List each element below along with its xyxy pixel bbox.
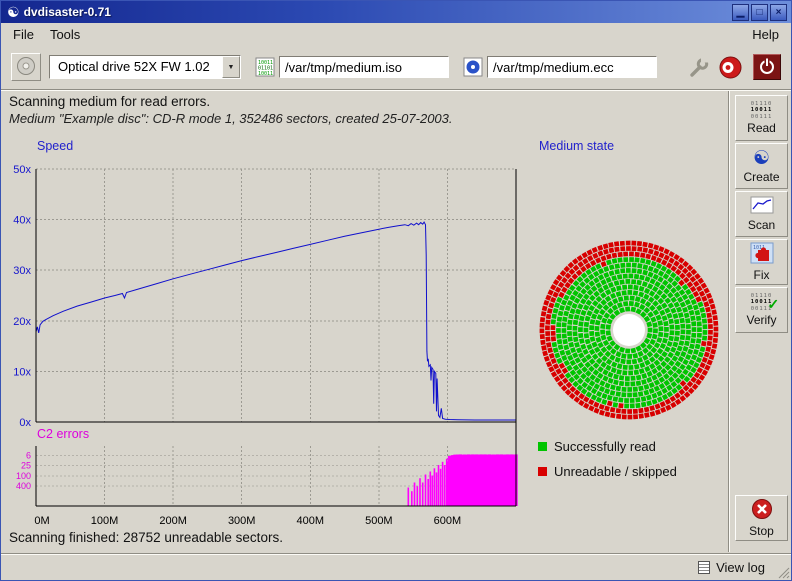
binary-verify-icon: 011101001100111 ✓	[751, 293, 773, 313]
svg-text:400M: 400M	[297, 515, 325, 527]
stop-button-label: Stop	[749, 524, 774, 538]
yin-yang-icon: ☯	[753, 149, 770, 169]
resize-grip[interactable]	[776, 565, 790, 579]
dvdisaster-logo-icon[interactable]	[718, 55, 743, 80]
menu-help[interactable]: Help	[744, 25, 787, 44]
fix-button[interactable]: 1011 Fix	[735, 239, 788, 285]
scan-button[interactable]: Scan	[735, 191, 788, 237]
scan-button-label: Scan	[748, 218, 775, 232]
check-icon: ✓	[768, 296, 780, 313]
stop-button[interactable]: Stop	[735, 495, 788, 541]
status-secondary: Medium "Example disc": CD-R mode 1, 3524…	[9, 111, 453, 126]
view-log-button[interactable]: View log	[692, 558, 771, 577]
disc-icon	[15, 55, 37, 80]
svg-text:25: 25	[21, 461, 31, 471]
legend-read-label: Successfully read	[554, 439, 656, 454]
view-log-label: View log	[716, 560, 765, 575]
svg-text:6: 6	[26, 451, 31, 461]
svg-text:30x: 30x	[13, 265, 31, 277]
image-file-icon: 100110110110011	[255, 57, 275, 77]
svg-text:10x: 10x	[13, 366, 31, 378]
stop-icon	[751, 498, 773, 523]
status-primary: Scanning medium for read errors.	[9, 94, 210, 109]
ecc-file-icon	[463, 57, 483, 77]
drive-select-value: Optical drive 52X FW 1.02	[50, 56, 222, 78]
ecc-file-input[interactable]	[487, 56, 657, 78]
svg-text:100: 100	[16, 471, 31, 481]
create-button[interactable]: ☯ Create	[735, 143, 788, 189]
menu-tools[interactable]: Tools	[42, 25, 88, 44]
svg-text:0M: 0M	[34, 515, 49, 527]
legend-read: Successfully read	[538, 439, 656, 454]
drive-select[interactable]: Optical drive 52X FW 1.02 ▼	[49, 55, 241, 79]
toolbar: Optical drive 52X FW 1.02 ▼ 100110110110…	[1, 45, 791, 89]
legend-unreadable-swatch	[538, 467, 547, 476]
menubar: File Tools Help	[1, 23, 791, 45]
legend-unreadable-label: Unreadable / skipped	[554, 464, 677, 479]
svg-text:100M: 100M	[91, 515, 119, 527]
minimize-button[interactable]: ▁	[732, 4, 749, 21]
legend-read-swatch	[538, 442, 547, 451]
svg-text:300M: 300M	[228, 515, 256, 527]
toolbar-separator	[1, 89, 791, 91]
verify-button[interactable]: 011101001100111 ✓ Verify	[735, 287, 788, 333]
medium-state-disc	[534, 235, 724, 425]
app-yinyang-icon: ☯	[7, 5, 20, 19]
svg-text:20x: 20x	[13, 316, 31, 328]
binary-read-icon: 011101001100111	[751, 101, 773, 121]
log-icon	[698, 561, 710, 574]
menu-file[interactable]: File	[5, 25, 42, 44]
scan-result-status: Scanning finished: 28752 unreadable sect…	[9, 530, 283, 545]
svg-text:40x: 40x	[13, 215, 31, 227]
image-file-input[interactable]	[279, 56, 449, 78]
svg-text:10011: 10011	[258, 71, 273, 77]
verify-button-label: Verify	[746, 313, 776, 327]
fix-button-label: Fix	[754, 268, 770, 282]
app-window: ☯ dvdisaster-0.71 ▁ □ × File Tools Help …	[0, 0, 792, 581]
svg-text:0x: 0x	[19, 417, 31, 429]
read-button[interactable]: 011101001100111 Read	[735, 95, 788, 141]
power-icon	[757, 56, 777, 79]
window-title: dvdisaster-0.71	[24, 5, 111, 19]
close-button[interactable]: ×	[770, 4, 787, 21]
svg-text:50x: 50x	[13, 164, 31, 176]
titlebar[interactable]: ☯ dvdisaster-0.71 ▁ □ ×	[1, 1, 791, 23]
scan-chart-icon	[750, 196, 774, 217]
drive-eject-button[interactable]	[11, 53, 41, 81]
legend-unreadable: Unreadable / skipped	[538, 464, 677, 479]
puzzle-fix-icon: 1011	[750, 242, 774, 267]
quit-power-button[interactable]	[753, 54, 781, 80]
maximize-button[interactable]: □	[751, 4, 768, 21]
action-sidebar: 011101001100111 Read ☯ Create Scan 1011 …	[728, 91, 792, 552]
chevron-down-icon: ▼	[222, 56, 240, 78]
svg-text:200M: 200M	[159, 515, 187, 527]
svg-text:600M: 600M	[434, 515, 462, 527]
svg-text:500M: 500M	[365, 515, 393, 527]
read-button-label: Read	[747, 121, 776, 135]
svg-text:400: 400	[16, 481, 31, 491]
preferences-wrench-icon[interactable]	[686, 55, 710, 79]
footerbar: View log	[1, 553, 791, 580]
create-button-label: Create	[743, 170, 779, 184]
